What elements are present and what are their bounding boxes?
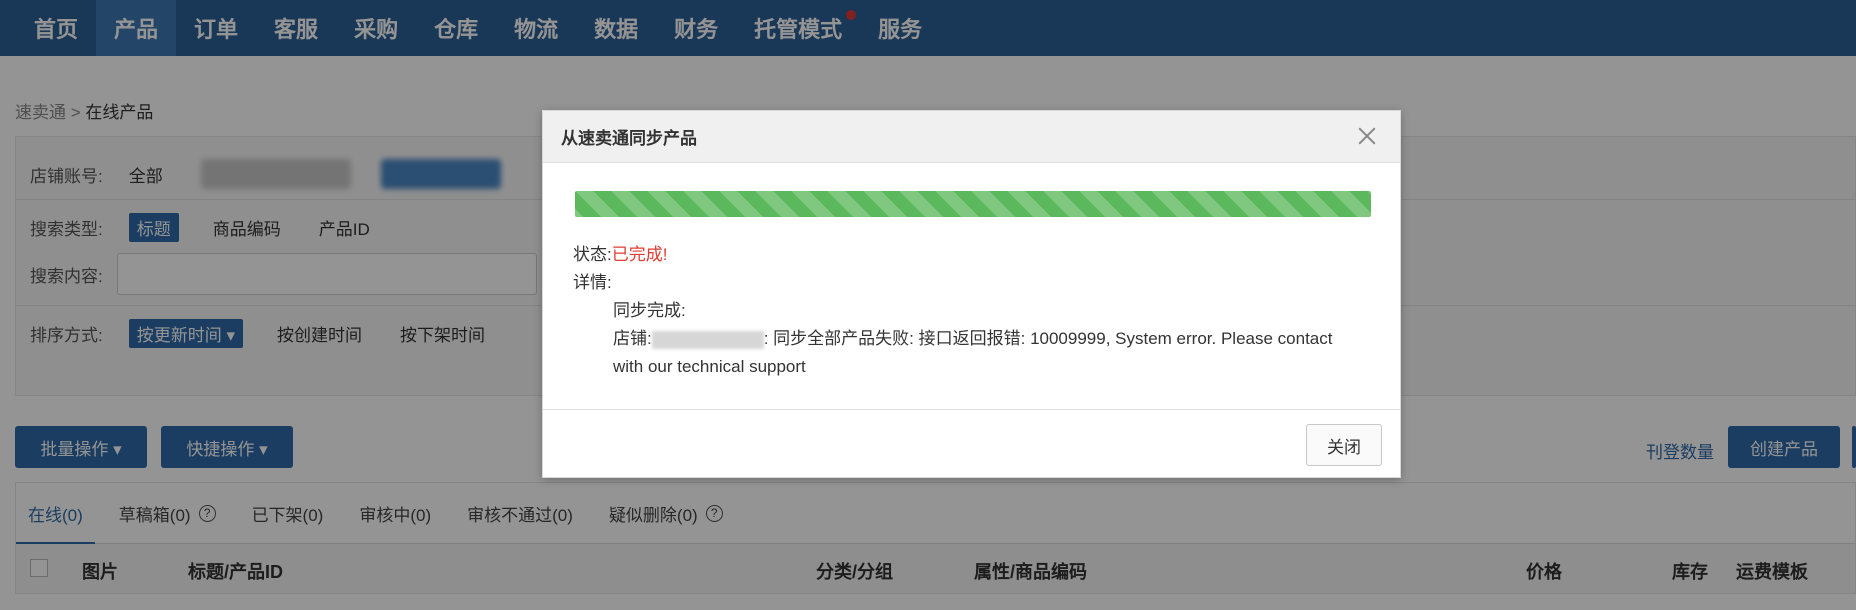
status-label: 状态: — [573, 245, 612, 264]
detail-label: 详情: — [573, 273, 612, 292]
dialog-title: 从速卖通同步产品 — [561, 129, 697, 148]
dialog-footer: 关闭 — [543, 409, 1400, 478]
error-line: 店铺: : 同步全部产品失败: 接口返回报错: 10009999, System … — [613, 327, 1332, 351]
status-line: 状态:已完成! — [573, 243, 667, 267]
close-button[interactable]: 关闭 — [1306, 424, 1382, 466]
sync-products-dialog: 从速卖通同步产品 状态:已完成! 详情: 同步完成: 店铺: : 同步全部产品失败… — [542, 110, 1401, 478]
sync-progress-fill — [575, 191, 1371, 217]
error-message-continued: with our technical support — [613, 357, 806, 376]
redacted-shop-name — [651, 330, 764, 349]
shop-prefix: 店铺: — [613, 329, 652, 348]
sync-done-text: 同步完成: — [613, 301, 686, 320]
close-icon[interactable] — [1356, 125, 1378, 147]
status-value: 已完成! — [611, 245, 668, 264]
sync-progress-bar — [575, 191, 1371, 217]
dialog-header: 从速卖通同步产品 — [543, 111, 1400, 163]
error-message: : 同步全部产品失败: 接口返回报错: 10009999, System err… — [763, 329, 1333, 348]
